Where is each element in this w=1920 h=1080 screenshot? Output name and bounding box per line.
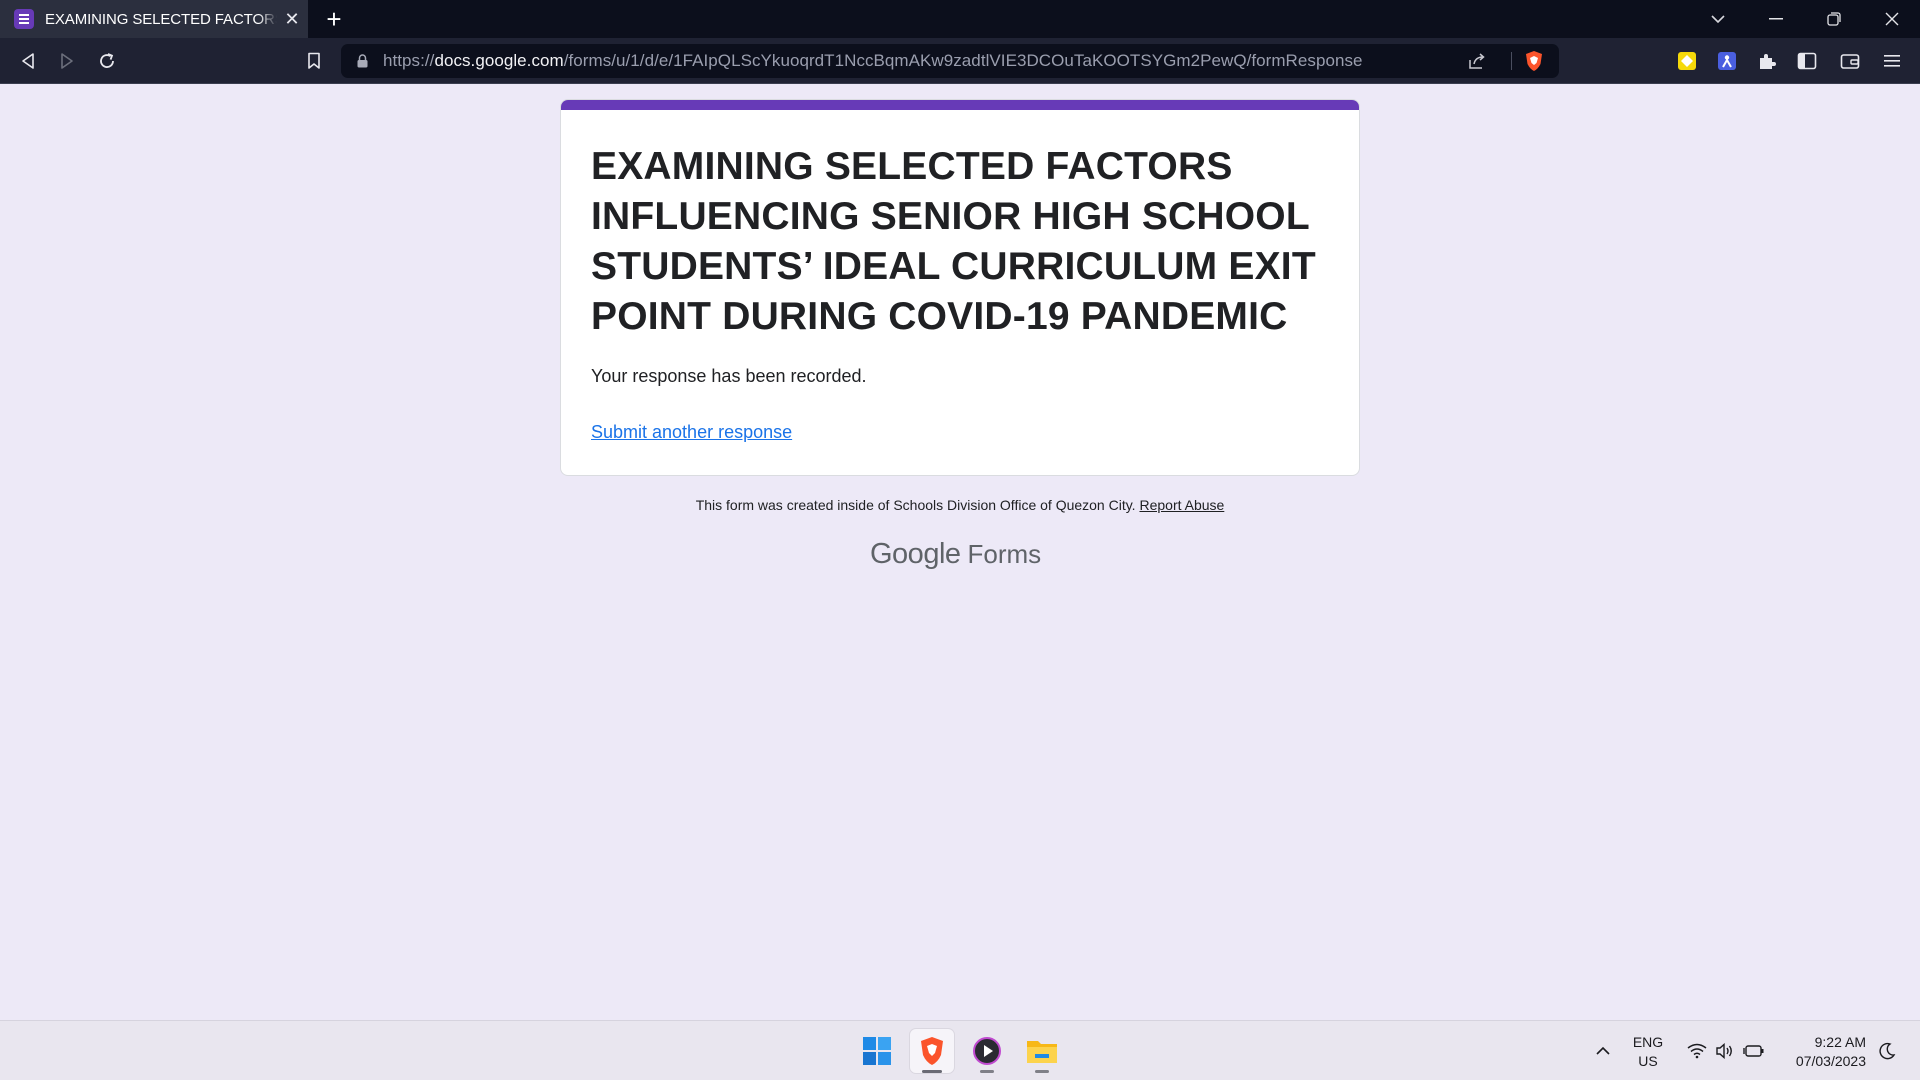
- brave-shields-icon[interactable]: [1524, 50, 1544, 72]
- back-arrow-icon: [22, 53, 34, 69]
- show-hidden-icons-button[interactable]: [1588, 1021, 1618, 1080]
- taskbar-media-player[interactable]: [965, 1029, 1009, 1073]
- close-tab-button[interactable]: ✕: [280, 7, 304, 31]
- url-text[interactable]: https://docs.google.com/forms/u/1/d/e/1F…: [383, 51, 1363, 71]
- windows-taskbar: ENG US 9:22 AM 07/03/2023: [0, 1020, 1920, 1080]
- taskbar-file-explorer[interactable]: [1020, 1029, 1064, 1073]
- wallet-icon[interactable]: [1838, 49, 1862, 73]
- google-forms-favicon-icon: [14, 9, 34, 29]
- menu-icon[interactable]: [1880, 49, 1904, 73]
- browser-toolbar: https://docs.google.com/forms/u/1/d/e/1F…: [0, 38, 1920, 84]
- running-app-indicator: [1035, 1070, 1049, 1073]
- form-footer-note: This form was created inside of Schools …: [560, 497, 1360, 513]
- forward-button[interactable]: [52, 46, 82, 76]
- google-forms-logo[interactable]: Google Forms: [870, 538, 1041, 578]
- chevron-up-icon: [1596, 1046, 1610, 1055]
- speaker-icon: [1716, 1043, 1732, 1059]
- address-bar-divider: [1511, 52, 1512, 70]
- extension-blue-icon[interactable]: [1715, 49, 1739, 73]
- clock-date: 07/03/2023: [1795, 1053, 1866, 1069]
- created-inside-text: This form was created inside of Schools …: [695, 497, 1136, 513]
- system-clock[interactable]: 9:22 AM 07/03/2023: [1776, 1033, 1866, 1071]
- wifi-status[interactable]: [1684, 1021, 1710, 1080]
- browser-tab-active[interactable]: EXAMINING SELECTED FACTORS INFLUENCING S…: [0, 0, 308, 38]
- start-button[interactable]: [855, 1029, 899, 1073]
- forward-arrow-icon: [61, 53, 73, 69]
- brand-google-text: Google: [870, 538, 961, 570]
- submit-another-response-link[interactable]: Submit another response: [591, 422, 792, 443]
- tab-title: EXAMINING SELECTED FACTORS INFLUENCING S…: [45, 10, 277, 28]
- media-player-icon: [973, 1037, 1001, 1065]
- clock-time: 9:22 AM: [1814, 1034, 1866, 1050]
- folder-icon: [1027, 1041, 1057, 1063]
- brave-lion-icon: [921, 1037, 943, 1065]
- brand-forms-text: Forms: [967, 539, 1042, 569]
- taskbar-brave-browser[interactable]: [910, 1029, 954, 1073]
- form-response-card: EXAMINING SELECTED FACTORS INFLUENCING S…: [560, 99, 1360, 476]
- windows-logo-icon: [863, 1037, 891, 1065]
- browser-titlebar: EXAMINING SELECTED FACTORS INFLUENCING S…: [0, 0, 1920, 38]
- bookmark-button[interactable]: [299, 46, 329, 76]
- chevron-down-icon: [1711, 15, 1725, 24]
- tab-search-button[interactable]: [1690, 0, 1746, 38]
- report-abuse-link[interactable]: Report Abuse: [1139, 497, 1224, 513]
- address-bar[interactable]: https://docs.google.com/forms/u/1/d/e/1F…: [341, 44, 1559, 78]
- card-accent-bar: [561, 100, 1359, 110]
- volume-status[interactable]: [1712, 1021, 1738, 1080]
- battery-charging-icon: [1743, 1045, 1764, 1057]
- reload-button[interactable]: [92, 46, 122, 76]
- lock-icon: [357, 54, 368, 68]
- region-code: US: [1638, 1053, 1658, 1069]
- minimize-button[interactable]: [1748, 0, 1804, 38]
- bookmark-icon: [308, 52, 320, 69]
- wifi-icon: [1687, 1043, 1707, 1059]
- back-button[interactable]: [13, 46, 43, 76]
- extensions-puzzle-icon[interactable]: [1755, 49, 1779, 73]
- restore-button[interactable]: [1806, 0, 1862, 38]
- new-tab-button[interactable]: +: [320, 5, 348, 33]
- url-host: docs.google.com: [434, 51, 564, 70]
- close-window-button[interactable]: [1864, 0, 1920, 38]
- battery-status[interactable]: [1741, 1021, 1767, 1080]
- input-language-indicator[interactable]: ENG US: [1630, 1033, 1666, 1071]
- share-icon[interactable]: [1467, 51, 1487, 71]
- notification-center-button[interactable]: [1874, 1021, 1900, 1080]
- reload-icon: [100, 53, 114, 68]
- sidebar-toggle-icon[interactable]: [1795, 49, 1819, 73]
- extension-yellow-icon[interactable]: [1675, 49, 1699, 73]
- confirmation-message: Your response has been recorded.: [591, 366, 867, 386]
- close-icon: [1885, 12, 1899, 26]
- moon-icon: [1879, 1042, 1896, 1060]
- url-path: /forms/u/1/d/e/1FAIpQLScYkuoqrdT1NccBqmA…: [563, 51, 1363, 70]
- restore-icon: [1827, 12, 1841, 26]
- running-app-indicator: [980, 1070, 994, 1073]
- active-app-indicator: [922, 1070, 942, 1073]
- language-code: ENG: [1632, 1034, 1664, 1050]
- form-title: EXAMINING SELECTED FACTORS INFLUENCING S…: [591, 145, 1316, 338]
- url-scheme: https://: [383, 51, 435, 70]
- minimize-icon: [1769, 18, 1783, 20]
